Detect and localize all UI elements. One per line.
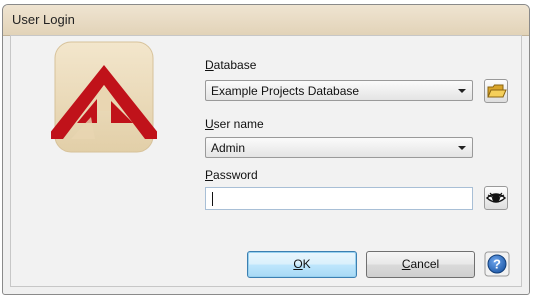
browse-database-button[interactable] xyxy=(484,79,508,103)
svg-text:?: ? xyxy=(493,257,501,272)
toggle-password-button[interactable] xyxy=(484,186,508,210)
title-bar[interactable]: User Login xyxy=(3,5,529,36)
chevron-down-icon xyxy=(458,89,466,93)
kd-logo-icon xyxy=(51,41,157,153)
username-value: Admin xyxy=(211,141,246,155)
folder-icon xyxy=(487,84,507,98)
cancel-button[interactable]: Cancel xyxy=(366,251,475,278)
username-select[interactable]: Admin xyxy=(205,137,473,158)
database-select[interactable]: Example Projects Database xyxy=(205,80,473,101)
password-field[interactable] xyxy=(205,187,473,210)
password-label: Password xyxy=(205,168,258,182)
help-icon[interactable]: ? xyxy=(484,251,510,277)
database-label: Database xyxy=(205,58,257,72)
database-value: Example Projects Database xyxy=(211,84,360,98)
text-caret xyxy=(212,192,213,206)
window-title: User Login xyxy=(12,12,75,27)
username-label: User name xyxy=(205,117,264,131)
eye-icon xyxy=(485,192,507,203)
chevron-down-icon xyxy=(458,146,466,150)
ok-button[interactable]: OK xyxy=(247,251,357,278)
